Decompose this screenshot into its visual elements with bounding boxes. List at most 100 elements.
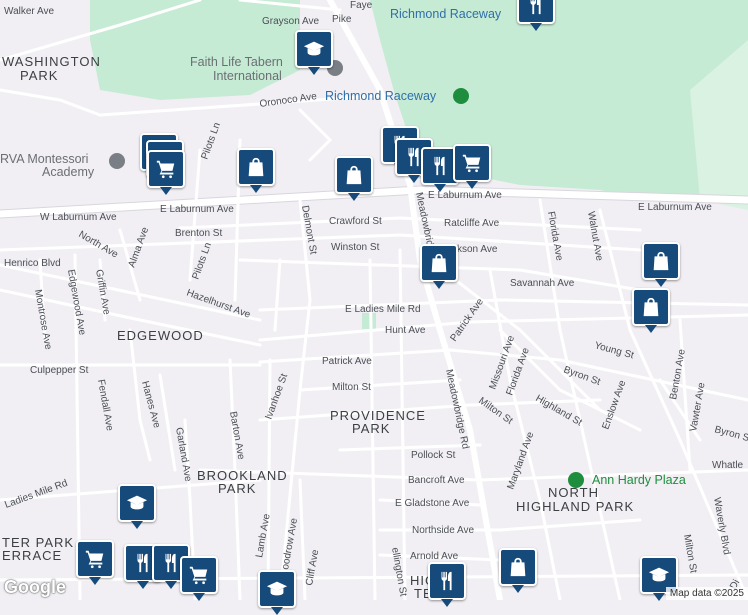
street-brenton: Brenton St [175, 228, 222, 239]
map-attribution[interactable]: Map data ©2025 [665, 587, 748, 600]
street-henrico: Henrico Blvd [4, 258, 61, 269]
label-montessori-1[interactable]: RVA Montessori [0, 152, 88, 166]
street-alma: Alma Ave [126, 225, 151, 269]
street-gladstone: E Gladstone Ave [395, 498, 470, 509]
street-winston: Winston St [331, 242, 380, 253]
street-milton: Milton St [332, 382, 371, 393]
park-area-small [362, 313, 376, 329]
store-marker[interactable] [632, 288, 670, 333]
fork-knife-icon [429, 155, 451, 177]
street-edgewood-ave: Edgewood Ave [65, 269, 87, 337]
park-poi-icon[interactable] [568, 472, 584, 488]
store-marker[interactable] [420, 244, 458, 289]
label-richmond-raceway[interactable]: Richmond Raceway [325, 89, 437, 103]
grocery-marker[interactable] [453, 144, 491, 189]
shopping-bag-icon [343, 164, 365, 186]
label-richmond-raceway-top[interactable]: Richmond Raceway [390, 7, 502, 21]
street-garland: Garland Ave [173, 427, 193, 483]
school-marker[interactable] [295, 30, 333, 75]
grocery-marker[interactable] [180, 556, 218, 601]
street-cliff: Cliff Ave [304, 548, 321, 586]
shopping-cart-icon [155, 158, 177, 180]
street-pike: Pike [332, 14, 352, 25]
graduation-cap-icon [303, 38, 325, 60]
street-montrose: Montrose Ave [32, 289, 53, 351]
school-marker[interactable] [258, 570, 296, 615]
street-hanes: Hanes Ave [139, 380, 162, 430]
street-woodrow: oodrow Ave [280, 517, 300, 571]
street-e-laburnum-left: E Laburnum Ave [160, 204, 234, 215]
raceway-icon[interactable] [453, 88, 469, 104]
shopping-cart-icon [188, 564, 210, 586]
school-poi-icon[interactable] [109, 153, 125, 169]
street-faye: Faye [350, 0, 373, 11]
fork-knife-icon [436, 570, 458, 592]
street-hazelhurst: Hazelhurst Ave [185, 287, 252, 320]
street-milton-e: Milton St [476, 395, 514, 426]
street-barton: Barton Ave [227, 411, 246, 461]
street-arnold: Arnold Ave [410, 551, 459, 562]
street-ivanhoe: Ivanhoe St [263, 372, 290, 421]
street-young: Young St [593, 340, 635, 361]
fork-knife-icon [132, 552, 154, 574]
street-grayson: Grayson Ave [262, 16, 320, 27]
grocery-marker[interactable] [147, 150, 185, 195]
store-marker[interactable] [335, 156, 373, 201]
street-ratcliffe: Ratcliffe Ave [444, 218, 500, 229]
street-milton-se: Milton St [681, 534, 699, 574]
label-brookland-park-2: PARK [218, 481, 256, 496]
shopping-cart-icon [461, 152, 483, 174]
shopping-cart-icon [84, 548, 106, 570]
street-jackson: ckson Ave [452, 244, 498, 255]
fork-knife-icon [525, 0, 547, 16]
label-providence-park-2: PARK [352, 421, 390, 436]
shopping-bag-icon [640, 296, 662, 318]
graduation-cap-icon [126, 492, 148, 514]
park-area-washington [90, 0, 300, 100]
street-bancroft: Bancroft Ave [408, 475, 465, 486]
shopping-bag-icon [428, 252, 450, 274]
google-logo[interactable]: Google [4, 577, 66, 598]
street-waverly: Waverly Blvd [711, 497, 732, 556]
graduation-cap-icon [648, 564, 670, 586]
label-washington-park-2: PARK [20, 68, 58, 83]
label-montessori-2[interactable]: Academy [42, 165, 95, 179]
store-marker[interactable] [237, 148, 275, 193]
street-w-laburnum: W Laburnum Ave [40, 212, 117, 223]
shopping-bag-icon [245, 156, 267, 178]
store-marker[interactable] [499, 548, 537, 593]
label-washington-park-1: WASHINGTON [2, 54, 101, 69]
store-marker[interactable] [642, 242, 680, 287]
graduation-cap-icon [266, 578, 288, 600]
street-fendall: Fendall Ave [95, 379, 115, 433]
street-savannah: Savannah Ave [510, 278, 575, 289]
street-culpepper: Culpepper St [30, 365, 89, 376]
label-north-highland-park-2: HIGHLAND PARK [516, 499, 634, 514]
shopping-bag-icon [650, 250, 672, 272]
fork-knife-icon [160, 552, 182, 574]
street-pollock: Pollock St [411, 450, 456, 461]
street-e-laburnum-right: E Laburnum Ave [638, 202, 712, 213]
label-ter-park-2: ERRACE [2, 548, 62, 563]
shopping-bag-icon [507, 556, 529, 578]
grocery-marker[interactable] [76, 540, 114, 585]
street-northside: Northside Ave [412, 525, 475, 536]
restaurant-marker[interactable] [517, 0, 555, 31]
label-faith-life-1[interactable]: Faith Life Tabern [190, 55, 283, 69]
street-patrick: Patrick Ave [322, 356, 372, 367]
label-ann-hardy-plaza[interactable]: Ann Hardy Plaza [592, 473, 686, 487]
label-faith-life-2[interactable]: International [213, 69, 282, 83]
school-marker[interactable] [118, 484, 156, 529]
street-oronoco: Oronoco Ave [259, 91, 318, 110]
label-edgewood: EDGEWOOD [117, 328, 204, 343]
street-whatley: Whatle [712, 460, 744, 471]
street-ladies-mile: E Ladies Mile Rd [345, 304, 421, 315]
street-crawford: Crawford St [329, 216, 382, 227]
street-byron-e: Byron St [713, 424, 748, 445]
street-walker: Walker Ave [4, 6, 54, 17]
street-hunt: Hunt Ave [385, 325, 426, 336]
street-pilots-ln-top: Pilots Ln [199, 121, 222, 161]
street-griffin: Griffin Ave [93, 269, 112, 316]
restaurant-marker[interactable] [428, 562, 466, 607]
street-maryland: Maryland Ave [505, 430, 536, 491]
